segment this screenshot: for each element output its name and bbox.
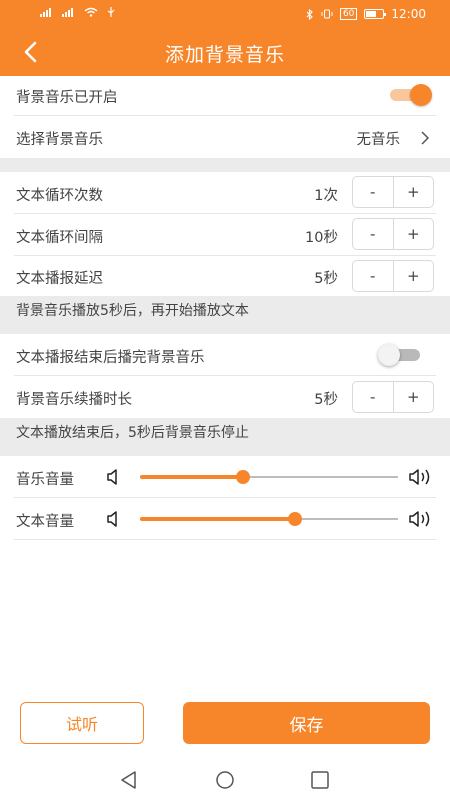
loop-count-stepper: - + bbox=[352, 176, 434, 208]
wifi-icon bbox=[84, 7, 98, 17]
section-gap bbox=[0, 158, 450, 172]
cell-signal-icon bbox=[40, 7, 54, 17]
app-bar: 添加背景音乐 bbox=[0, 28, 450, 76]
delay-note-text: 背景音乐播放5秒后，再开始播放文本 bbox=[16, 303, 249, 319]
volume-low-icon[interactable] bbox=[106, 511, 124, 527]
delay-note: 背景音乐播放5秒后，再开始播放文本 bbox=[0, 296, 450, 334]
volume-high-icon[interactable] bbox=[408, 510, 434, 528]
row-play-after-end: 文本播报结束后播完背景音乐 bbox=[0, 334, 450, 376]
toggle-knob bbox=[378, 344, 400, 366]
network-type: 60 bbox=[339, 8, 358, 20]
row-loop-interval: 文本循环间隔 10秒 - + bbox=[0, 214, 450, 256]
increment-button[interactable]: + bbox=[394, 219, 434, 249]
row-loop-count: 文本循环次数 1次 - + bbox=[0, 172, 450, 214]
play-delay-value: 5秒 bbox=[314, 271, 338, 287]
loop-interval-value: 10秒 bbox=[305, 230, 338, 246]
loop-interval-stepper: - + bbox=[352, 218, 434, 250]
battery-icon bbox=[364, 9, 387, 19]
row-label: 背景音乐已开启 bbox=[16, 90, 118, 106]
nav-recents-icon[interactable] bbox=[309, 770, 331, 790]
continue-time-value: 5秒 bbox=[314, 392, 338, 408]
row-choose-music[interactable]: 选择背景音乐 无音乐 bbox=[0, 116, 450, 158]
nav-back-icon[interactable] bbox=[118, 770, 140, 790]
row-play-delay: 文本播报延迟 5秒 - + bbox=[0, 256, 450, 296]
decrement-button[interactable]: - bbox=[353, 177, 393, 207]
vibrate-icon bbox=[321, 9, 333, 19]
bluetooth-icon bbox=[306, 8, 313, 20]
decrement-button[interactable]: - bbox=[353, 261, 393, 291]
status-right: 60 12:00 bbox=[306, 7, 426, 21]
row-text-volume: 文本音量 bbox=[0, 498, 450, 540]
increment-button[interactable]: + bbox=[394, 382, 434, 412]
row-label: 文本循环次数 bbox=[16, 188, 103, 204]
row-label: 文本音量 bbox=[16, 514, 74, 530]
increment-button[interactable]: + bbox=[394, 177, 434, 207]
row-continue-time: 背景音乐续播时长 5秒 - + bbox=[0, 376, 450, 418]
toggle-knob bbox=[410, 84, 432, 106]
bg-music-toggle[interactable] bbox=[388, 84, 432, 106]
chevron-right-icon bbox=[421, 131, 430, 145]
preview-button[interactable]: 试听 bbox=[20, 702, 144, 744]
nav-home-icon[interactable] bbox=[214, 770, 236, 790]
selected-music-value: 无音乐 bbox=[356, 132, 401, 148]
decrement-button[interactable]: - bbox=[353, 382, 393, 412]
slider-thumb[interactable] bbox=[287, 512, 302, 526]
increment-button[interactable]: + bbox=[394, 261, 434, 291]
row-label: 文本循环间隔 bbox=[16, 230, 103, 246]
status-bar: 60 12:00 bbox=[0, 0, 450, 28]
continue-time-stepper: - + bbox=[352, 381, 434, 413]
row-music-volume: 音乐音量 bbox=[0, 456, 450, 498]
row-bg-music-enabled: 背景音乐已开启 bbox=[0, 76, 450, 116]
continue-note-text: 文本播放结束后，5秒后背景音乐停止 bbox=[16, 425, 249, 441]
loop-count-value: 1次 bbox=[314, 188, 338, 204]
play-delay-stepper: - + bbox=[352, 260, 434, 292]
row-label: 选择背景音乐 bbox=[16, 132, 103, 148]
music-volume-slider[interactable] bbox=[140, 469, 398, 485]
play-after-end-toggle[interactable] bbox=[378, 344, 422, 366]
row-label: 文本播报延迟 bbox=[16, 271, 103, 287]
system-nav-bar bbox=[0, 760, 450, 800]
status-time: 12:00 bbox=[391, 7, 426, 21]
usb-icon bbox=[107, 7, 115, 17]
volume-low-icon[interactable] bbox=[106, 469, 124, 485]
row-label: 文本播报结束后播完背景音乐 bbox=[16, 350, 205, 366]
status-left bbox=[40, 7, 116, 17]
save-button[interactable]: 保存 bbox=[183, 702, 430, 744]
volume-high-icon[interactable] bbox=[408, 468, 434, 486]
row-label: 音乐音量 bbox=[16, 472, 74, 488]
slider-fill bbox=[140, 517, 295, 521]
row-label: 背景音乐续播时长 bbox=[16, 392, 132, 408]
text-volume-slider[interactable] bbox=[140, 511, 398, 527]
divider bbox=[14, 539, 436, 540]
decrement-button[interactable]: - bbox=[353, 219, 393, 249]
slider-thumb[interactable] bbox=[236, 470, 251, 484]
cell-signal-icon bbox=[62, 7, 76, 17]
slider-fill bbox=[140, 475, 244, 479]
continue-note: 文本播放结束后，5秒后背景音乐停止 bbox=[0, 418, 450, 456]
page-title: 添加背景音乐 bbox=[164, 44, 285, 66]
